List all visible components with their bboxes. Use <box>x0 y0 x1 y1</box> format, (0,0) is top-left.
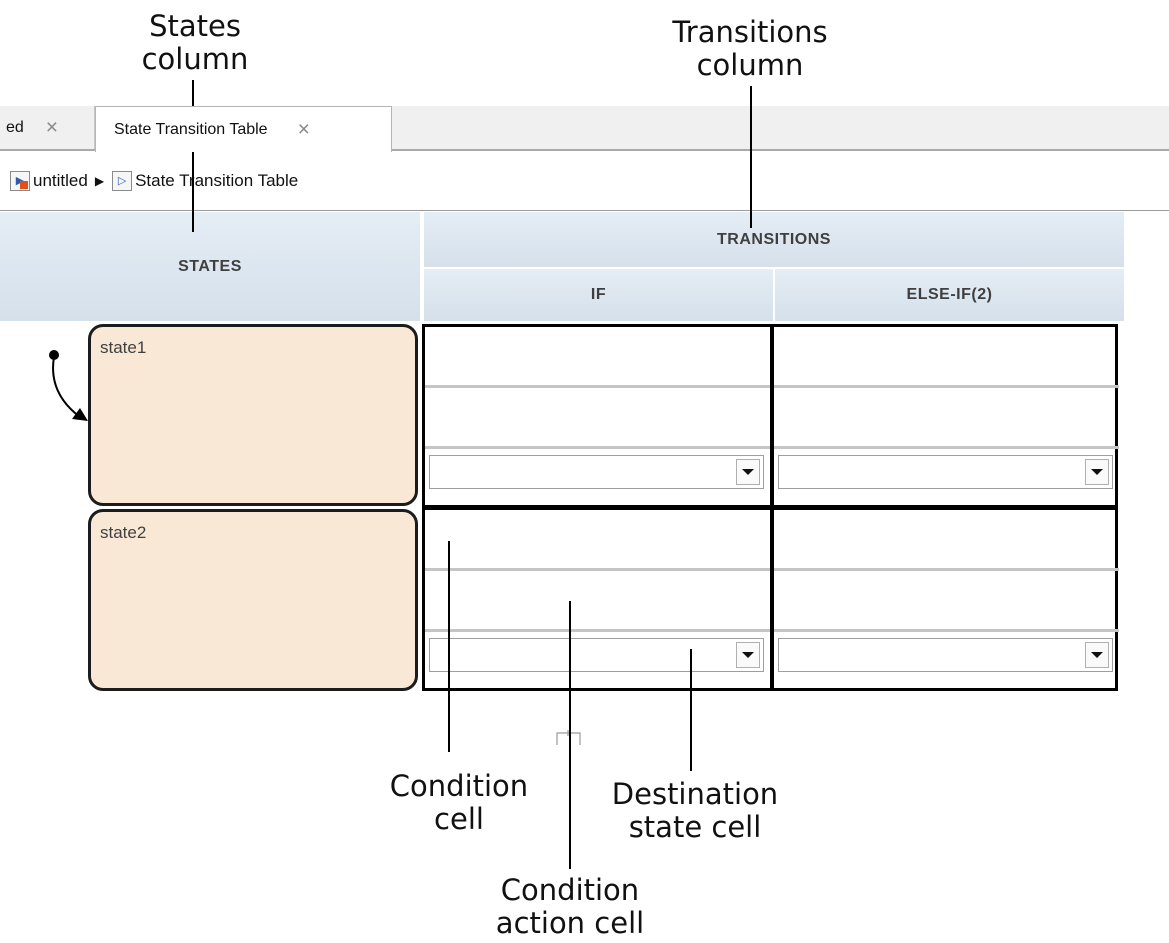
breadcrumb-separator-icon: ▶ <box>94 174 105 188</box>
dropdown-arrow-icon[interactable] <box>1085 642 1109 668</box>
callout-leader-condition <box>448 541 450 752</box>
state-label: state2 <box>100 523 147 542</box>
callout-destination-state-cell: Destination state cell <box>611 777 779 844</box>
condition-action-cell[interactable] <box>774 388 1119 449</box>
dropdown-arrow-icon[interactable] <box>736 642 760 668</box>
condition-action-cell[interactable] <box>425 388 770 449</box>
model-icon: ▶ <box>10 171 30 191</box>
breadcrumb: ▶ untitled ▶ ▷ State Transition Table <box>0 152 1169 211</box>
else-if-header-label: ELSE-IF(2) <box>906 286 993 303</box>
callout-leader-destination <box>690 649 692 771</box>
transitions-header: TRANSITIONS <box>424 212 1124 267</box>
tab-strip: ed × State Transition Table × <box>0 106 1169 152</box>
callout-leader-transitions <box>750 86 752 228</box>
destination-state-dropdown[interactable] <box>778 638 1113 672</box>
destination-state-dropdown[interactable] <box>778 455 1113 489</box>
condition-action-cell[interactable] <box>774 571 1119 632</box>
if-transition-cell <box>425 327 770 505</box>
condition-cell[interactable] <box>774 510 1119 571</box>
close-icon[interactable]: × <box>46 116 58 140</box>
states-header-label: STATES <box>178 257 242 275</box>
breadcrumb-item-state-transition-table[interactable]: State Transition Table <box>135 171 298 191</box>
tab-untitled[interactable]: ed × <box>0 106 95 150</box>
callout-states-column: States column <box>141 9 249 76</box>
callout-condition-action-cell: Condition action cell <box>495 873 645 940</box>
states-header: STATES <box>0 212 420 321</box>
state-label: state1 <box>100 338 147 357</box>
breadcrumb-item-untitled[interactable]: untitled <box>33 171 88 191</box>
condition-cell[interactable] <box>774 327 1119 388</box>
tab-state-transition-table[interactable]: State Transition Table × <box>95 106 392 152</box>
if-transition-cell <box>425 510 770 688</box>
tab-label: ed <box>6 119 24 136</box>
state-cell-state1[interactable]: state1 <box>88 324 418 506</box>
state-cell-state2[interactable]: state2 <box>88 509 418 691</box>
destination-state-dropdown[interactable] <box>429 455 764 489</box>
callout-condition-cell: Condition cell <box>389 769 529 836</box>
chart-icon: ▷ <box>112 171 133 191</box>
default-transition-arrow <box>49 350 88 421</box>
else-if-transition-cell <box>774 327 1119 505</box>
condition-action-cell[interactable] <box>425 571 770 632</box>
else-if-transition-cell <box>774 510 1119 688</box>
dropdown-arrow-icon[interactable] <box>1085 459 1109 485</box>
destination-state-dropdown[interactable] <box>429 638 764 672</box>
condition-cell[interactable] <box>425 510 770 571</box>
transition-row-state2 <box>422 507 1119 691</box>
condition-cell[interactable] <box>425 327 770 388</box>
transition-row-state1 <box>422 324 1119 508</box>
callout-transitions-column: Transitions column <box>672 15 828 82</box>
close-icon[interactable]: × <box>298 118 310 142</box>
callout-leader-condition-action <box>569 601 571 869</box>
if-header-label: IF <box>590 286 607 303</box>
else-if-column-header[interactable]: ELSE-IF(2) <box>775 269 1124 321</box>
callout-leader-states <box>192 80 194 232</box>
transitions-header-label: TRANSITIONS <box>717 230 831 248</box>
dropdown-arrow-icon[interactable] <box>736 459 760 485</box>
tab-label: State Transition Table <box>114 120 268 138</box>
if-column-header[interactable]: IF <box>424 269 773 321</box>
